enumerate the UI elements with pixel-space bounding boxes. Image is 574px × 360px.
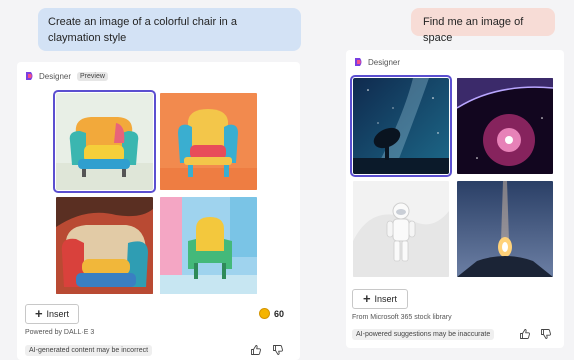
stock-image-1[interactable] — [350, 75, 452, 177]
insert-button[interactable]: + Insert — [25, 304, 79, 324]
stock-image-2[interactable] — [457, 78, 553, 174]
user-prompt-bubble-space: Find me an image of space — [411, 8, 555, 44]
boost-count: 60 — [274, 308, 285, 319]
powered-by-note: Powered by DALL·E 3 — [25, 329, 95, 336]
astronaut-image — [353, 181, 449, 277]
chair-image-puffy — [56, 197, 153, 294]
chair-image-teal — [56, 93, 153, 190]
boost-coin-icon — [259, 308, 270, 319]
generated-image-3[interactable] — [56, 197, 153, 294]
generated-image-2[interactable] — [160, 93, 257, 190]
designer-brand: Designer — [354, 57, 400, 67]
telescope-image — [353, 78, 449, 174]
nebula-image — [457, 78, 553, 174]
chair-image-green — [160, 197, 257, 294]
user-prompt-text: Create an image of a colorful chair in a… — [48, 16, 237, 44]
insert-button-label: Insert — [374, 294, 398, 304]
stock-source-note: From Microsoft 365 stock library — [352, 314, 452, 321]
insert-button-label: Insert — [46, 309, 70, 319]
stock-image-4[interactable] — [457, 181, 553, 277]
boost-counter: 60 — [259, 308, 284, 319]
designer-response-card-space: Designer + Insert From Microsoft 365 sto… — [346, 50, 564, 348]
ai-disclaimer: AI-generated content may be incorrect — [25, 345, 153, 356]
user-prompt-bubble-chair: Create an image of a colorful chair in a… — [38, 8, 301, 51]
chair-image-orange — [160, 93, 257, 190]
designer-brand-name: Designer — [39, 71, 72, 81]
designer-logo-icon — [355, 58, 362, 66]
designer-logo-icon — [26, 72, 33, 80]
thumbs-up-icon[interactable] — [250, 344, 262, 356]
plus-icon: + — [34, 306, 43, 321]
ai-disclaimer: AI-powered suggestions may be inaccurate — [352, 329, 495, 340]
designer-brand-name: Designer — [368, 57, 401, 67]
designer-response-card-chair: Designer Preview + Insert 60 Powered by … — [17, 62, 300, 360]
thumbs-down-icon[interactable] — [540, 328, 552, 340]
designer-brand: Designer Preview — [25, 71, 108, 81]
stock-image-3[interactable] — [353, 181, 449, 277]
thumbs-up-icon[interactable] — [519, 328, 531, 340]
plus-icon: + — [362, 291, 371, 306]
rocket-launch-image — [457, 181, 553, 277]
user-prompt-text: Find me an image of space — [423, 16, 524, 44]
preview-badge: Preview — [77, 71, 108, 81]
generated-image-1[interactable] — [53, 90, 156, 193]
generated-image-4[interactable] — [160, 197, 257, 294]
thumbs-down-icon[interactable] — [272, 344, 284, 356]
insert-button[interactable]: + Insert — [352, 289, 408, 309]
